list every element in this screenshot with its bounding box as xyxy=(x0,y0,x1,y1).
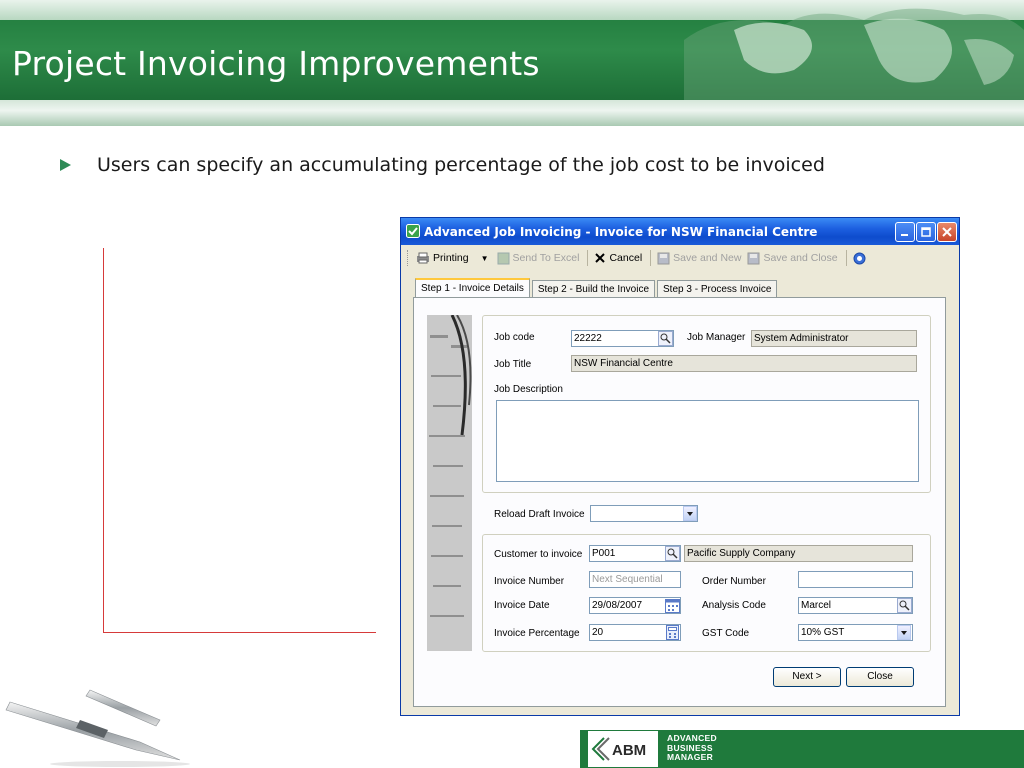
save-and-close-label: Save and Close xyxy=(763,252,838,264)
cancel-button[interactable]: Cancel xyxy=(594,252,642,264)
calendar-icon[interactable] xyxy=(665,598,680,613)
slide-header: Project Invoicing Improvements xyxy=(0,0,1024,100)
save-new-icon xyxy=(657,252,670,264)
tab-invoice-details[interactable]: Step 1 - Invoice Details xyxy=(415,278,530,298)
job-manager-field: System Administrator xyxy=(751,330,917,347)
tab-strip: Step 1 - Invoice Details Step 2 - Build … xyxy=(415,278,779,298)
world-map-graphic xyxy=(684,8,1024,100)
printing-button[interactable]: Printing xyxy=(416,252,469,264)
toolbar-separator xyxy=(650,250,652,266)
invoice-window: Advanced Job Invoicing - Invoice for NSW… xyxy=(400,217,960,716)
reload-draft-dropdown-icon[interactable] xyxy=(683,506,697,521)
customer-lookup-icon[interactable] xyxy=(665,546,680,561)
invoice-date-label: Invoice Date xyxy=(494,600,550,611)
save-and-close-button[interactable]: Save and Close xyxy=(747,252,838,265)
pen-illustration xyxy=(5,689,190,767)
order-number-input[interactable] xyxy=(798,571,913,588)
save-and-new-label: Save and New xyxy=(673,252,742,264)
send-to-excel-button[interactable]: Send To Excel xyxy=(497,252,580,265)
window-title: Advanced Job Invoicing - Invoice for NSW… xyxy=(424,225,818,239)
header-stripe xyxy=(0,100,1024,126)
invoice-percentage-label: Invoice Percentage xyxy=(494,628,580,639)
gst-code-dropdown-icon[interactable] xyxy=(897,625,911,640)
newspaper-image xyxy=(427,315,472,651)
job-description-textarea[interactable] xyxy=(496,400,919,482)
toolbar: Printing ▼ Send To Excel Cancel Save and… xyxy=(405,247,955,269)
app-icon xyxy=(406,224,420,238)
close-icon xyxy=(942,227,952,237)
save-and-new-button[interactable]: Save and New xyxy=(657,252,741,265)
footer-company-name: ADVANCED BUSINESS MANAGER xyxy=(667,733,717,763)
job-code-label: Job code xyxy=(494,332,535,343)
abm-logo-icon: ABM xyxy=(591,737,646,761)
maximize-icon xyxy=(921,227,931,237)
next-button[interactable]: Next > xyxy=(773,667,841,687)
job-description-label: Job Description xyxy=(494,384,563,395)
cancel-x-icon xyxy=(595,253,606,263)
callout-line-horizontal xyxy=(103,632,376,633)
toolbar-separator xyxy=(587,250,589,266)
printing-label: Printing xyxy=(433,252,469,264)
customer-name-field: Pacific Supply Company xyxy=(684,545,913,562)
close-window-button[interactable] xyxy=(937,222,957,242)
tab-build-invoice[interactable]: Step 2 - Build the Invoice xyxy=(531,280,656,298)
window-titlebar[interactable]: Advanced Job Invoicing - Invoice for NSW… xyxy=(401,218,959,245)
job-title-label: Job Title xyxy=(494,359,532,370)
reload-draft-invoice-select[interactable] xyxy=(590,505,698,522)
slide-title: Project Invoicing Improvements xyxy=(12,44,540,83)
bullet-point: Users can specify an accumulating percen… xyxy=(60,154,825,176)
analysis-code-label: Analysis Code xyxy=(702,600,766,611)
abm-logo-text: ABM xyxy=(612,742,646,759)
gst-code-label: GST Code xyxy=(702,628,750,639)
footer-line: MANAGER xyxy=(667,752,714,762)
cancel-label: Cancel xyxy=(609,252,643,264)
excel-icon xyxy=(497,252,510,264)
minimize-button[interactable] xyxy=(895,222,915,242)
gst-code-select[interactable]: 10% GST xyxy=(798,624,913,641)
bullet-text: Users can specify an accumulating percen… xyxy=(97,154,825,176)
toolbar-separator xyxy=(845,250,847,266)
callout-line-vertical xyxy=(103,248,104,633)
job-manager-label: Job Manager xyxy=(687,332,746,343)
analysis-code-lookup-icon[interactable] xyxy=(897,598,912,613)
invoice-number-input[interactable]: Next Sequential xyxy=(589,571,681,588)
order-number-label: Order Number xyxy=(702,576,766,587)
minimize-icon xyxy=(901,234,908,236)
invoice-number-label: Invoice Number xyxy=(494,576,565,587)
send-to-excel-label: Send To Excel xyxy=(512,252,580,264)
bullet-arrow-icon xyxy=(60,159,71,171)
printer-icon xyxy=(417,252,429,264)
save-close-icon xyxy=(747,252,760,264)
calculator-icon[interactable] xyxy=(665,625,680,640)
reload-draft-invoice-label: Reload Draft Invoice xyxy=(494,509,585,520)
tab-process-invoice[interactable]: Step 3 - Process Invoice xyxy=(657,280,778,298)
printing-dropdown-icon[interactable]: ▼ xyxy=(481,254,489,263)
job-code-lookup-icon[interactable] xyxy=(658,331,673,346)
help-icon xyxy=(853,252,866,264)
job-title-field: NSW Financial Centre xyxy=(571,355,917,372)
maximize-button[interactable] xyxy=(916,222,936,242)
toolbar-grip xyxy=(407,250,410,266)
close-button[interactable]: Close xyxy=(846,667,914,687)
customer-to-invoice-label: Customer to invoice xyxy=(494,549,583,560)
help-button[interactable] xyxy=(853,252,869,265)
analysis-code-input[interactable]: Marcel xyxy=(798,597,913,614)
